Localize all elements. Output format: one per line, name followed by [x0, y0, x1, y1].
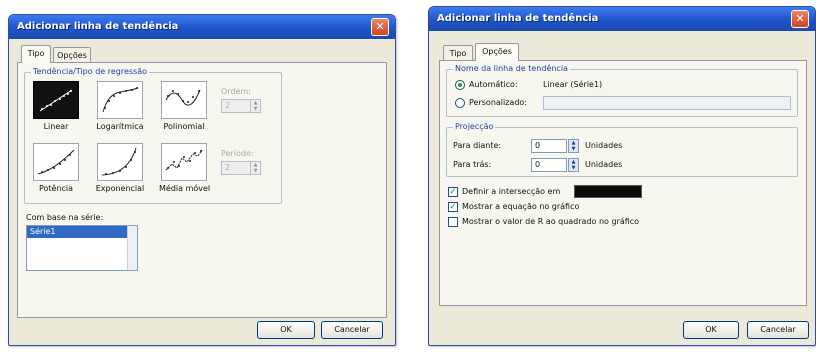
type-linear-label: Linear — [43, 122, 69, 131]
custom-name-input[interactable] — [543, 96, 791, 110]
type-polynomial[interactable]: Polinomial — [159, 81, 209, 131]
forward-label: Para diante: — [453, 141, 502, 150]
trendline-name-group: Nome da linha de tendência Automático: L… — [446, 64, 798, 117]
type-exponential-label: Exponencial — [95, 184, 145, 193]
forward-units: Unidades — [585, 141, 623, 150]
type-logarithmic[interactable]: Logarítmica — [95, 81, 145, 131]
period-value: 2 — [225, 163, 231, 172]
order-label: Ordem: — [221, 87, 251, 96]
forward-updown-icon[interactable]: ▲ ▼ — [568, 139, 579, 153]
tab-tipo[interactable]: Tipo — [21, 45, 51, 63]
close-button[interactable]: ✕ — [791, 10, 809, 28]
type-power[interactable]: Potência — [31, 143, 81, 193]
backward-units: Unidades — [585, 160, 623, 169]
dialog-title: Adicionar linha de tendência — [429, 7, 815, 31]
projection-group: Projecção Para diante: 0 ▲ ▼ Unidades Par… — [446, 122, 798, 177]
tab-opcoes[interactable]: Opções — [53, 47, 91, 63]
projection-group-label: Projecção — [453, 122, 496, 132]
show-equation-label: Mostrar a equação no gráfico — [462, 202, 580, 211]
intercept-label: Definir a intersecção em — [462, 187, 561, 196]
ok-button[interactable]: OK — [683, 321, 739, 339]
order-value: 2 — [225, 101, 231, 110]
linear-chart-icon — [33, 81, 79, 119]
type-moving-average[interactable]: Média móvel — [159, 143, 211, 193]
close-button[interactable]: ✕ — [371, 18, 389, 36]
show-r-squared-label: Mostrar o valor de R ao quadrado no gráf… — [462, 217, 640, 226]
type-moving-average-label: Média móvel — [159, 184, 211, 193]
period-updown-icon[interactable]: ▲ ▼ — [250, 162, 260, 174]
tab-opcoes[interactable]: Opções — [475, 43, 519, 61]
moving-average-chart-icon — [161, 143, 207, 181]
automatic-value: Linear (Série1) — [543, 80, 603, 89]
automatic-radio[interactable] — [455, 80, 465, 90]
cancel-button[interactable]: Cancelar — [321, 321, 383, 339]
intercept-checkbox[interactable]: ✓ — [448, 187, 458, 197]
intercept-value-input[interactable] — [574, 185, 642, 198]
tab-panel: Nome da linha de tendência Automático: L… — [439, 60, 807, 306]
automatic-label: Automático: — [469, 80, 518, 89]
trendline-options-dialog: Adicionar linha de tendência ✕ Tipo Opçõ… — [428, 6, 816, 346]
cancel-button[interactable]: Cancelar — [747, 321, 809, 339]
backward-label: Para trás: — [453, 160, 492, 169]
type-polynomial-label: Polinomial — [163, 122, 205, 131]
forward-input[interactable]: 0 — [531, 139, 567, 153]
series-label: Com base na série: — [26, 213, 104, 222]
series-listbox[interactable]: Série1 — [26, 225, 138, 271]
polynomial-chart-icon — [161, 81, 207, 119]
dialog-title: Adicionar linha de tendência — [9, 15, 395, 39]
period-stepper[interactable]: 2 ▲ ▼ — [221, 161, 261, 175]
name-group-label: Nome da linha de tendência — [453, 64, 570, 74]
tab-panel: Tendência/Tipo de regressão Linear Logar… — [17, 62, 387, 318]
show-r-squared-checkbox[interactable] — [448, 217, 458, 227]
series-item-selected[interactable]: Série1 — [27, 226, 127, 238]
custom-label: Personalizado: — [469, 98, 527, 107]
series-scrollbar[interactable] — [127, 226, 137, 270]
order-stepper[interactable]: 2 ▲ ▼ — [221, 99, 261, 113]
tab-tipo[interactable]: Tipo — [443, 45, 473, 61]
exponential-chart-icon — [97, 143, 143, 181]
show-equation-checkbox[interactable]: ✓ — [448, 202, 458, 212]
ok-button[interactable]: OK — [257, 321, 315, 339]
backward-updown-icon[interactable]: ▲ ▼ — [568, 158, 579, 172]
regression-type-group: Tendência/Tipo de regressão Linear Logar… — [24, 67, 282, 204]
type-logarithmic-label: Logarítmica — [96, 122, 144, 131]
power-chart-icon — [33, 143, 79, 181]
custom-radio[interactable] — [455, 98, 465, 108]
log-chart-icon — [97, 81, 143, 119]
trendline-type-dialog: Adicionar linha de tendência ✕ Tipo Opçõ… — [8, 14, 396, 346]
period-label: Período: — [221, 149, 254, 158]
type-power-label: Potência — [38, 184, 74, 193]
type-linear[interactable]: Linear — [31, 81, 81, 131]
type-exponential[interactable]: Exponencial — [95, 143, 145, 193]
group-label: Tendência/Tipo de regressão — [31, 67, 150, 77]
order-updown-icon[interactable]: ▲ ▼ — [250, 100, 260, 112]
backward-input[interactable]: 0 — [531, 158, 567, 172]
